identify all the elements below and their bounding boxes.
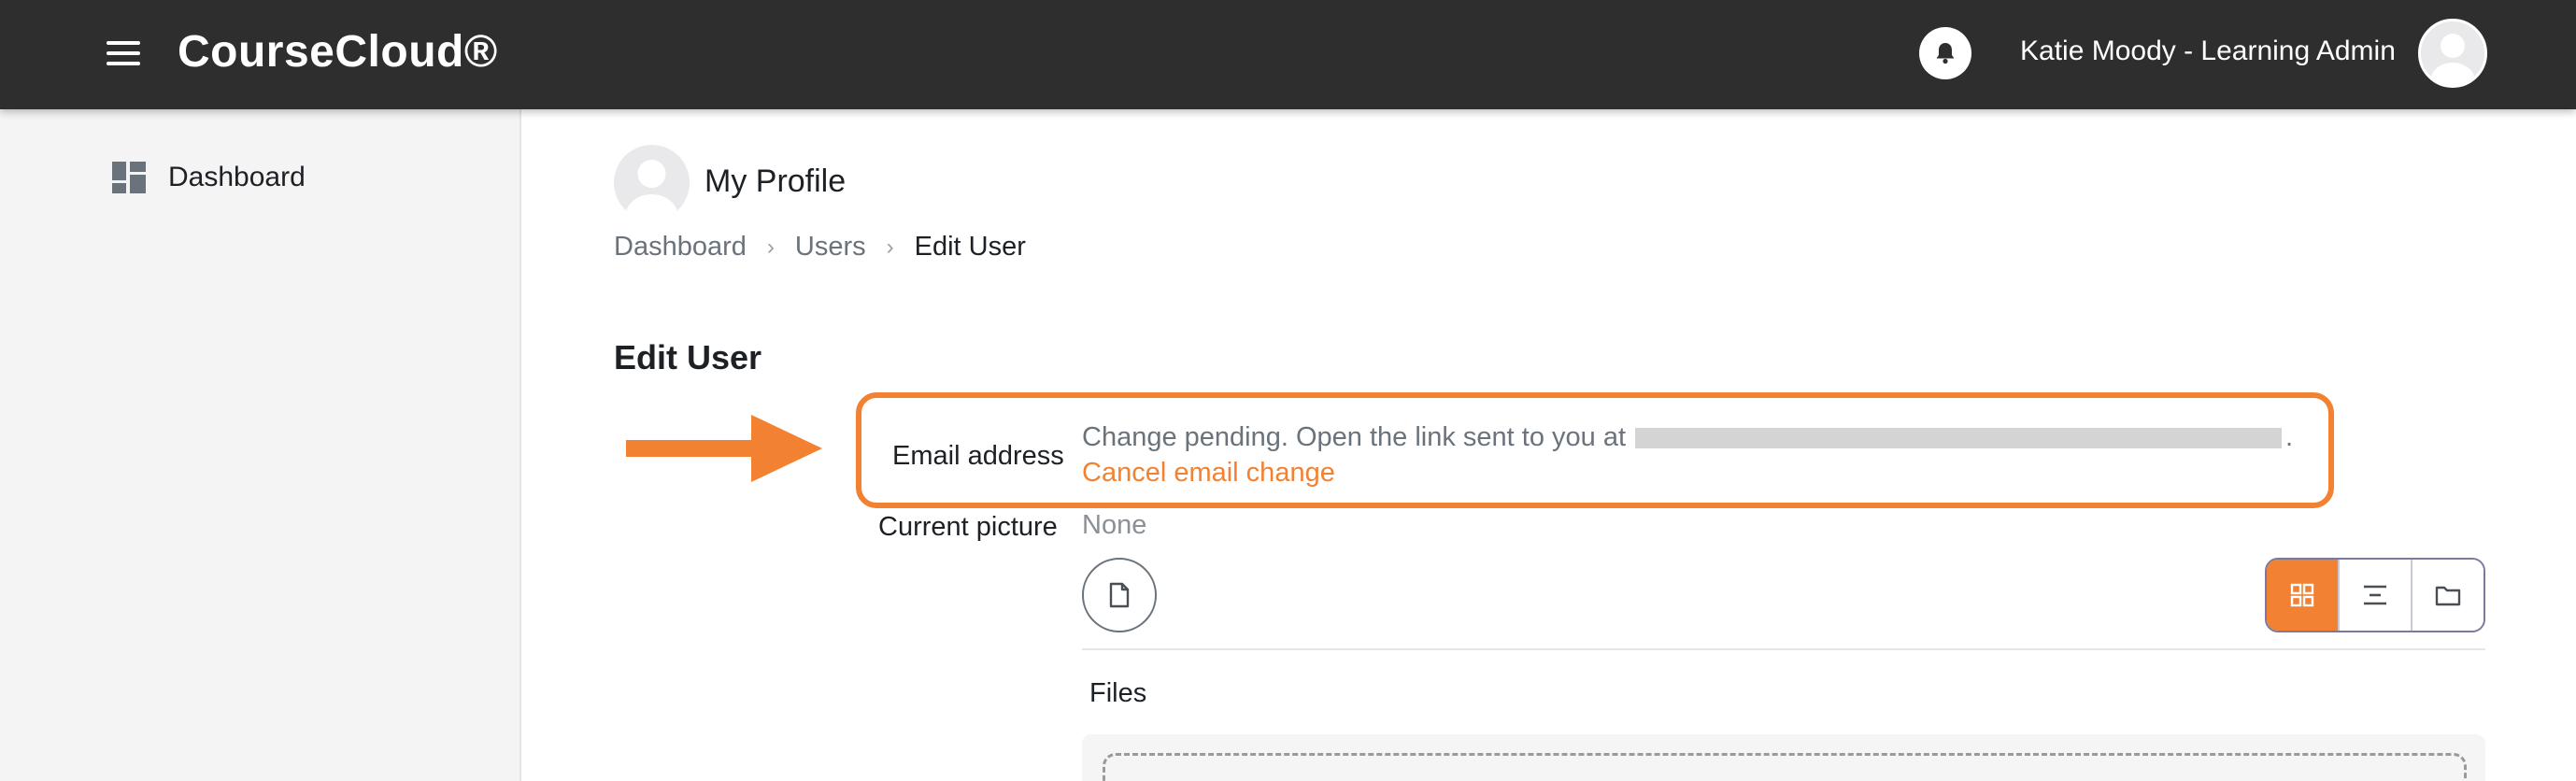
sidebar: Dashboard: [0, 109, 521, 781]
email-pending-text: Change pending. Open the link sent to yo…: [1082, 422, 2293, 453]
view-list-button[interactable]: [2338, 560, 2411, 631]
file-dropzone[interactable]: [1103, 753, 2467, 781]
grid-icon: [2290, 583, 2314, 607]
breadcrumb-users[interactable]: Users: [795, 232, 866, 263]
divider: [1082, 648, 2485, 650]
breadcrumb-edit-user: Edit User: [914, 232, 1026, 262]
view-grid-button[interactable]: [2267, 560, 2338, 631]
cancel-email-change-link[interactable]: Cancel email change: [1082, 458, 1335, 489]
section-title: Edit User: [614, 338, 762, 376]
user-avatar[interactable]: [2418, 19, 2487, 88]
file-icon: [1109, 582, 1130, 608]
chevron-right-icon: ›: [766, 234, 775, 260]
current-picture-value: None: [1082, 510, 1147, 540]
menu-icon[interactable]: [107, 41, 140, 65]
add-file-button[interactable]: [1082, 558, 1157, 632]
bell-icon: [1936, 43, 1955, 64]
files-label: Files: [1089, 678, 1147, 708]
chevron-right-icon: ›: [886, 234, 894, 260]
user-name[interactable]: Katie Moody - Learning Admin: [2020, 36, 2396, 67]
current-picture-label: Current picture: [878, 512, 1058, 542]
callout-arrow-icon: [626, 415, 822, 482]
top-navbar: CourseCloud® Katie Moody - Learning Admi…: [0, 0, 2576, 109]
avatar-icon: [625, 160, 678, 220]
email-address-label: Email address: [892, 441, 1064, 471]
brand-logo[interactable]: CourseCloud®: [178, 26, 498, 78]
pending-message: Change pending. Open the link sent to yo…: [1082, 422, 1627, 452]
view-toggle-group: [2265, 558, 2485, 632]
sidebar-item-dashboard[interactable]: Dashboard: [112, 162, 306, 193]
breadcrumb: Dashboard › Users › Edit User: [614, 232, 1026, 263]
profile-avatar: [614, 145, 690, 220]
dashboard-icon: [112, 162, 146, 193]
page-title: My Profile: [704, 163, 847, 199]
folder-icon: [2435, 586, 2461, 606]
list-icon: [2364, 585, 2386, 605]
sidebar-item-label: Dashboard: [168, 162, 306, 192]
breadcrumb-dashboard[interactable]: Dashboard: [614, 232, 747, 263]
notification-button[interactable]: [1919, 27, 1971, 79]
redacted-email: [1635, 427, 2283, 448]
view-tree-button[interactable]: [2411, 560, 2483, 631]
avatar-icon: [2430, 34, 2475, 85]
pending-message-end: .: [2285, 422, 2294, 452]
